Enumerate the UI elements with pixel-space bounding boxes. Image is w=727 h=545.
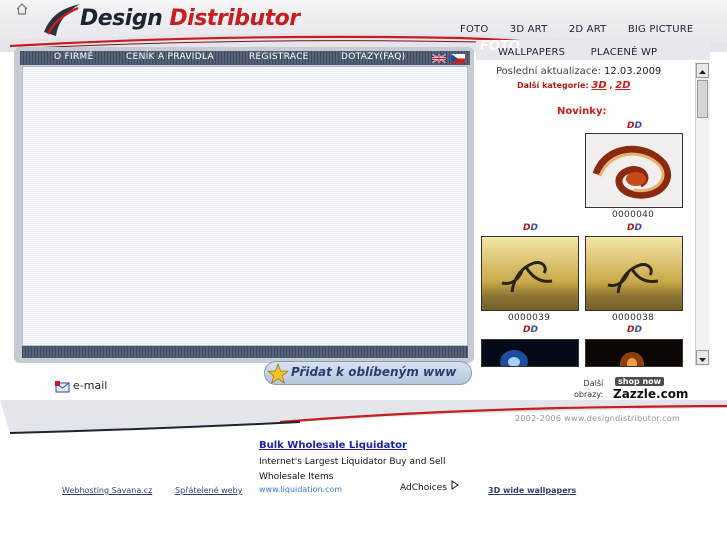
ad-url-link[interactable]: www.liquidation.com	[259, 485, 342, 494]
thumbnail-image	[482, 340, 578, 366]
last-update-date: 12.03.2009	[604, 66, 662, 77]
3d-wallpapers-link[interactable]: 3D wide wallpapers	[488, 486, 576, 495]
thumbnail-image	[586, 237, 682, 310]
category-separator: ,	[609, 81, 613, 90]
dd-letter: D	[530, 325, 538, 335]
thumbnail-image	[586, 134, 682, 207]
thumbnail-image	[586, 340, 682, 366]
adchoices-icon	[451, 480, 459, 490]
webhosting-link[interactable]: Webhosting Savana.cz	[62, 486, 152, 495]
last-update: Poslední aktualizace: 12.03.2009	[496, 66, 661, 77]
menu-registrace[interactable]: REGISTRACE	[249, 52, 309, 62]
logo-swoosh-icon	[44, 4, 80, 36]
thumbnail-0000039[interactable]	[481, 236, 579, 311]
menu-faq[interactable]: DOTAZY(FAQ)	[341, 52, 405, 62]
dd-letter: D	[634, 121, 642, 131]
flag-uk-icon[interactable]	[432, 54, 446, 63]
dd-letter: D	[530, 223, 538, 233]
nav-placene-wp[interactable]: PLACENÉ WP	[591, 47, 658, 58]
page: Design Distributor FOTO 3D ART 2D ART BI…	[0, 0, 727, 545]
last-update-label: Poslední aktualizace:	[496, 66, 601, 77]
more-images-label: Další obrazy:	[574, 378, 603, 400]
logo-word-design: Design	[80, 6, 163, 31]
news-title: Novinky:	[557, 106, 607, 117]
top-nav-row1: FOTO 3D ART 2D ART BIG PICTURE	[460, 24, 693, 35]
dd-badge: DD	[523, 223, 538, 233]
site-logo[interactable]: Design Distributor	[80, 6, 300, 31]
nav-3d-art[interactable]: 3D ART	[510, 24, 548, 35]
nav-2d-art[interactable]: 2D ART	[569, 24, 607, 35]
scroll-down-button[interactable]	[696, 350, 709, 365]
friendly-sites-link[interactable]: Spřátelené weby	[175, 486, 242, 495]
category-2d-link[interactable]: 2D	[615, 80, 630, 91]
adchoices[interactable]: AdChoices	[400, 480, 460, 493]
copyright: 2002-2006 www.designdistributor.com	[515, 414, 681, 423]
nav-foto[interactable]: FOTO	[460, 24, 488, 35]
dd-badge: DD	[627, 325, 642, 335]
menu-cenik[interactable]: CENÍK A PRAVIDLA	[126, 52, 214, 62]
scroll-up-button[interactable]	[696, 63, 709, 78]
main-content-area	[22, 66, 468, 346]
home-icon[interactable]	[16, 3, 28, 15]
thumbnail-blue[interactable]	[481, 339, 579, 367]
dd-badge: DD	[523, 325, 538, 335]
dd-badge: DD	[627, 121, 642, 131]
thumbnail-0000040[interactable]	[585, 133, 683, 208]
menu-o-firme[interactable]: O FIRMĚ	[54, 52, 94, 62]
email-link[interactable]: e-mail	[73, 379, 107, 392]
left-bottom-bar	[22, 346, 468, 358]
star-icon	[267, 363, 289, 384]
thumbnail-caption: 0000039	[508, 313, 551, 323]
ad-title-link[interactable]: Bulk Wholesale Liquidator	[259, 440, 407, 451]
thumbnail-caption: 0000038	[612, 313, 655, 323]
thumbnail-orange[interactable]	[585, 339, 683, 367]
scrollbar-thumb[interactable]	[697, 80, 708, 118]
dd-badge: DD	[627, 223, 642, 233]
thumbnail-0000038[interactable]	[585, 236, 683, 311]
adchoices-label: AdChoices	[400, 483, 447, 493]
thumbnail-image	[482, 237, 578, 310]
nav-big-picture[interactable]: BIG PICTURE	[628, 24, 694, 35]
arrow-up-icon	[699, 70, 706, 74]
more-categories-label: Další kategorie:	[517, 81, 589, 90]
zazzle-brand: Zazzle.com	[613, 387, 689, 401]
more-images-line: Další	[583, 379, 604, 388]
logo-word-distributor: Distributor	[169, 6, 300, 31]
thumbnail-caption: 0000040	[612, 210, 655, 220]
category-3d-link[interactable]: 3D	[591, 80, 606, 91]
dd-letter: D	[634, 223, 642, 233]
more-categories: Další kategorie: 3D , 2D	[517, 80, 631, 91]
nav-wallpapers[interactable]: WALLPAPERS	[498, 47, 565, 58]
dd-letter: D	[634, 325, 642, 335]
top-nav-row2: WALLPAPERS PLACENÉ WP	[498, 47, 657, 58]
add-to-favorites-button[interactable]: Přidat k oblíbeným www	[264, 361, 472, 385]
add-to-favorites-label: Přidat k oblíbeným www	[291, 365, 457, 379]
arrow-down-icon	[699, 358, 706, 362]
email-icon[interactable]	[55, 380, 71, 394]
flag-cz-icon[interactable]	[451, 54, 465, 63]
zazzle-shop-now: shop now	[615, 377, 665, 386]
more-images-line: obrazy:	[574, 390, 604, 399]
